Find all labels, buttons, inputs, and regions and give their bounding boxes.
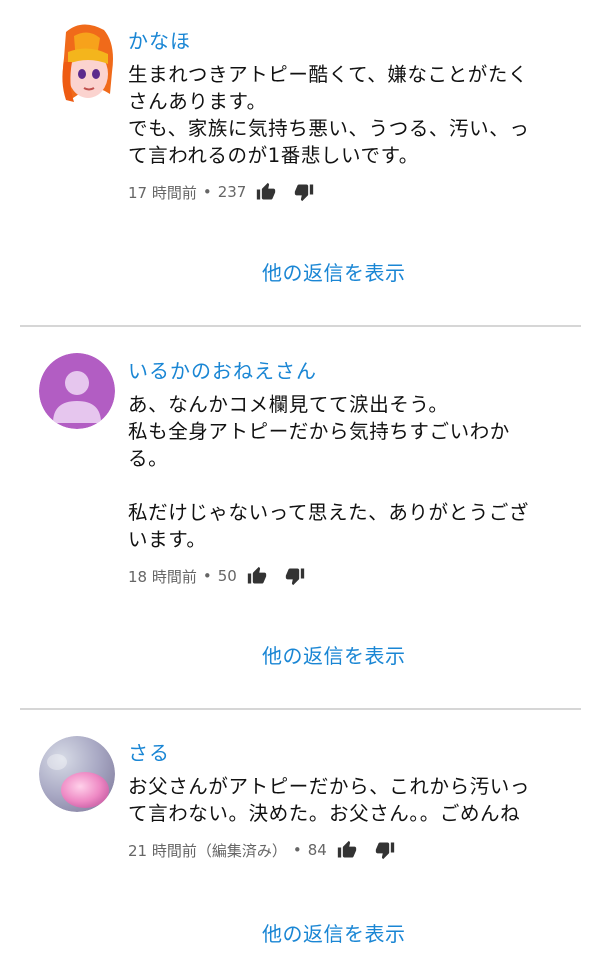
thumbs-up-icon[interactable]: [247, 566, 267, 586]
avatar[interactable]: [39, 353, 115, 429]
thumbs-down-icon[interactable]: [375, 840, 395, 860]
comment-text: お父さんがアトピーだから、これから汚いっ て言わない。決めた。お父さん。。ごめん…: [128, 773, 560, 827]
photo-avatar-icon: [39, 736, 115, 812]
comment-text: あ、なんかコメ欄見てて涙出そう。 私も全身アトピーだから気持ちすごいわか る。 …: [128, 391, 560, 553]
thumbs-down-icon[interactable]: [285, 566, 305, 586]
comment-text: 生まれつきアトピー酷くて、嫌なことがたく さんあります。 でも、家族に気持ち悪い…: [128, 61, 560, 169]
comment-line: お父さんがアトピーだから、これから汚いっ: [128, 775, 531, 798]
avatar[interactable]: [39, 736, 115, 812]
separator-dot: •: [202, 183, 212, 201]
comment-line: る。: [128, 447, 169, 470]
separator-dot: •: [202, 567, 212, 585]
comment-meta: 18 時間前 • 50: [128, 565, 560, 587]
comment-line: て言わない。決めた。お父さん。。ごめんね: [128, 802, 521, 825]
comment-time: 18 時間前: [128, 567, 197, 586]
show-replies-link[interactable]: 他の返信を表示: [262, 918, 406, 947]
divider: [20, 708, 581, 710]
comment-line: 生まれつきアトピー酷くて、嫌なことがたく: [128, 63, 529, 86]
comment-author[interactable]: かなほ: [128, 28, 560, 54]
thumbs-down-icon[interactable]: [294, 182, 314, 202]
comment-time: 21 時間前（編集済み）: [128, 841, 287, 860]
comment-line: います。: [128, 528, 207, 551]
comment-line: あ、なんかコメ欄見てて涙出そう。: [128, 393, 449, 416]
default-user-avatar-icon: [39, 353, 115, 429]
comment-meta: 21 時間前（編集済み） • 84: [128, 839, 560, 861]
like-count: 50: [217, 567, 237, 585]
divider: [20, 325, 581, 327]
show-replies-link[interactable]: 他の返信を表示: [262, 257, 406, 286]
avatar[interactable]: [52, 22, 116, 102]
separator-dot: •: [292, 841, 302, 859]
comment-author[interactable]: いるかのおねえさん: [128, 358, 560, 384]
comment-line: て言われるのが1番悲しいです。: [128, 144, 419, 167]
comment-time: 17 時間前: [128, 183, 197, 202]
thumbs-up-icon[interactable]: [337, 840, 357, 860]
comment-line: さんあります。: [128, 90, 267, 113]
comment-author[interactable]: さる: [128, 740, 560, 766]
comment-meta: 17 時間前 • 237: [128, 181, 560, 203]
thumbs-up-icon[interactable]: [256, 182, 276, 202]
comment-line: でも、家族に気持ち悪い、うつる、汚い、っ: [128, 117, 530, 140]
show-replies-link[interactable]: 他の返信を表示: [262, 640, 406, 669]
comment-line: [128, 472, 560, 499]
anime-girl-avatar-icon: [52, 22, 116, 102]
comment-line: 私も全身アトピーだから気持ちすごいわか: [128, 420, 510, 443]
comment-line: 私だけじゃないって思えた、ありがとうござ: [128, 501, 530, 524]
like-count: 84: [307, 841, 327, 859]
like-count: 237: [217, 183, 247, 201]
